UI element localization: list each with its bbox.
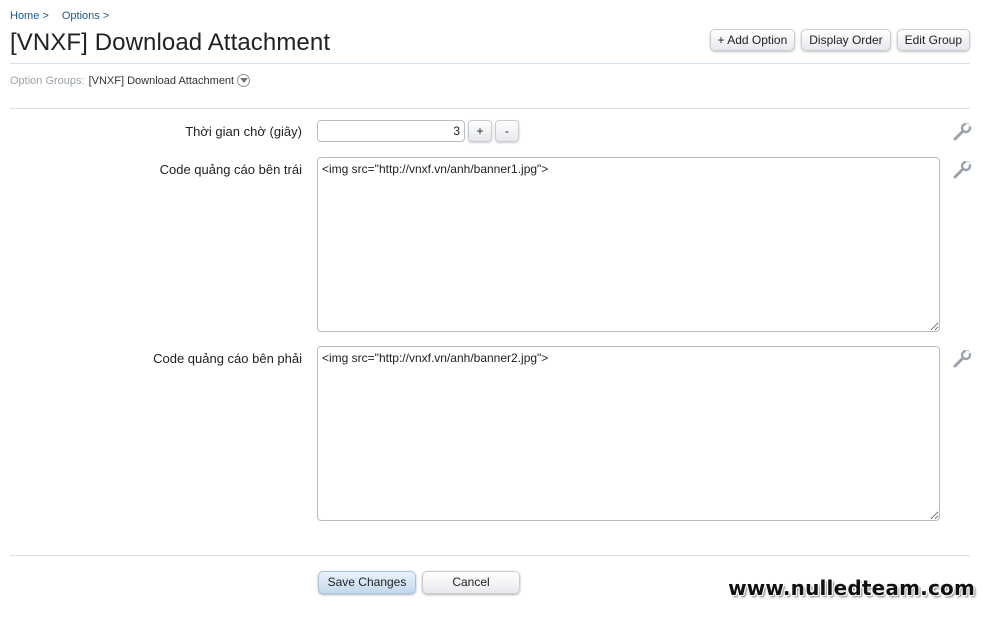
- footer-divider: [10, 555, 970, 556]
- save-changes-button[interactable]: Save Changes: [318, 571, 416, 594]
- increment-button[interactable]: +: [468, 120, 492, 142]
- wait-time-input[interactable]: [317, 120, 465, 142]
- header-divider: [10, 63, 970, 64]
- top-actions: + Add Option Display Order Edit Group: [709, 29, 970, 51]
- wait-time-stepper: + -: [317, 120, 519, 142]
- edit-group-button[interactable]: Edit Group: [896, 29, 970, 51]
- cancel-button[interactable]: Cancel: [422, 571, 520, 594]
- ad-left-textarea[interactable]: [317, 157, 940, 332]
- ad-left-label: Code quảng cáo bên trái: [159, 162, 302, 177]
- add-option-button[interactable]: + Add Option: [709, 29, 796, 51]
- breadcrumb-home-link[interactable]: Home: [10, 10, 39, 22]
- option-groups-label: Option Groups:: [10, 74, 85, 87]
- option-groups-selector: Option Groups: [VNXF] Download Attachmen…: [10, 74, 251, 87]
- section-divider: [10, 108, 970, 109]
- wrench-icon[interactable]: [952, 161, 972, 179]
- chevron-down-icon[interactable]: [237, 74, 251, 87]
- page-title: [VNXF] Download Attachment: [10, 29, 331, 56]
- wrench-icon[interactable]: [952, 123, 972, 141]
- display-order-button[interactable]: Display Order: [801, 29, 891, 51]
- decrement-button[interactable]: -: [495, 120, 519, 142]
- ad-right-label: Code quảng cáo bên phải: [153, 351, 302, 366]
- breadcrumb-separator: >: [42, 10, 49, 22]
- breadcrumb-separator: >: [102, 10, 110, 22]
- watermark: www.nulledteam.com: [728, 576, 975, 600]
- option-groups-value[interactable]: [VNXF] Download Attachment: [89, 75, 235, 87]
- breadcrumb: Home > Options >: [10, 10, 119, 22]
- ad-right-textarea[interactable]: [317, 346, 940, 521]
- form-actions: Save Changes Cancel: [318, 571, 520, 594]
- wait-time-label: Thời gian chờ (giây): [185, 124, 302, 139]
- wrench-icon[interactable]: [952, 350, 972, 368]
- breadcrumb-options-link[interactable]: Options: [62, 10, 100, 22]
